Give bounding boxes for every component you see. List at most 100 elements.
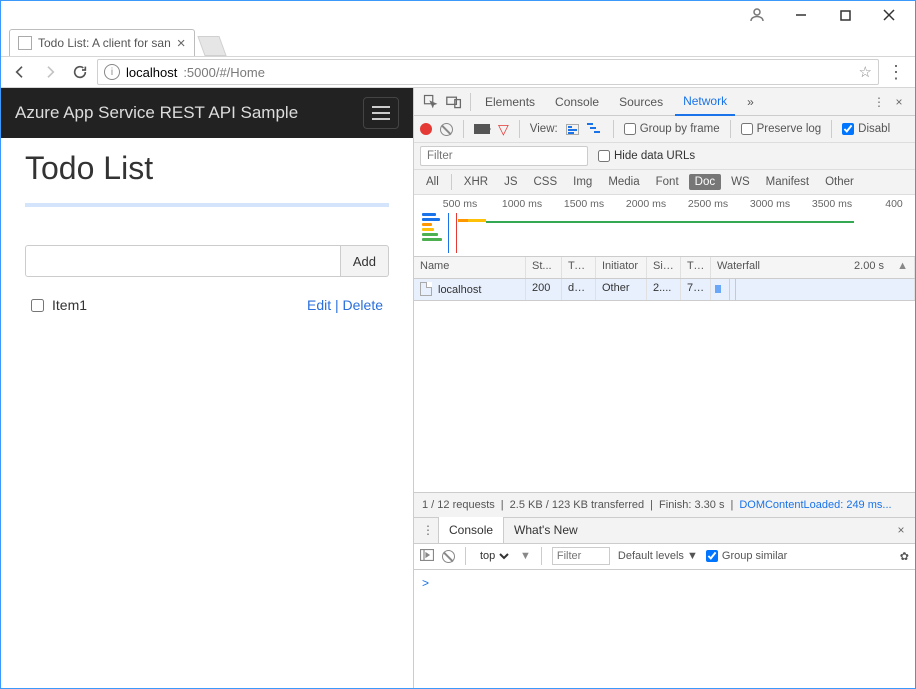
devtools-tabbar: Elements Console Sources Network » ⋮ × bbox=[414, 88, 915, 116]
ftype-xhr[interactable]: XHR bbox=[458, 174, 494, 190]
inspect-icon[interactable] bbox=[420, 92, 440, 112]
network-timeline[interactable]: 500 ms 1000 ms 1500 ms 2000 ms 2500 ms 3… bbox=[414, 195, 915, 257]
ftype-doc[interactable]: Doc bbox=[689, 174, 721, 190]
site-info-icon[interactable]: i bbox=[104, 64, 120, 80]
drawer-menu-icon[interactable]: ⋮ bbox=[418, 520, 438, 540]
col-initiator[interactable]: Initiator bbox=[596, 257, 647, 278]
maximize-button[interactable] bbox=[823, 1, 867, 29]
preserve-log-checkbox[interactable]: Preserve log bbox=[741, 123, 822, 135]
console-toolbar: top ▼ Default levels ▼ Group similar ✿ bbox=[414, 544, 915, 570]
new-item-input[interactable] bbox=[25, 245, 341, 277]
reload-button[interactable] bbox=[67, 59, 93, 85]
console-sidebar-icon[interactable] bbox=[420, 549, 434, 564]
dcl-marker bbox=[448, 213, 449, 253]
view-label: View: bbox=[530, 123, 558, 135]
browser-tab[interactable]: Todo List: A client for san × bbox=[9, 29, 195, 56]
todo-item-row: Item1 Edit | Delete bbox=[25, 293, 389, 317]
document-icon bbox=[420, 282, 432, 296]
col-waterfall[interactable]: Waterfall2.00 s▲ bbox=[711, 257, 915, 278]
network-statusbar: 1 / 12 requests| 2.5 KB / 123 KB transfe… bbox=[414, 492, 915, 518]
network-row[interactable]: localhost 200 do... Other 2.... 7 ... bbox=[414, 279, 915, 301]
group-similar-checkbox[interactable]: Group similar bbox=[706, 550, 787, 562]
forward-button[interactable] bbox=[37, 59, 63, 85]
filter-toggle-icon[interactable]: ▽ bbox=[498, 121, 509, 138]
screenshot-icon[interactable] bbox=[474, 124, 490, 134]
view-large-icon[interactable] bbox=[566, 124, 579, 135]
browser-menu-icon[interactable]: ⋮ bbox=[883, 62, 909, 83]
devtools-panel: Elements Console Sources Network » ⋮ × ▽… bbox=[413, 88, 915, 688]
network-filter-input[interactable] bbox=[420, 146, 588, 166]
drawer-tabbar: ⋮ Console What's New × bbox=[414, 518, 915, 544]
ftype-all[interactable]: All bbox=[420, 174, 445, 190]
back-button[interactable] bbox=[7, 59, 33, 85]
ftype-font[interactable]: Font bbox=[650, 174, 685, 190]
close-tab-icon[interactable]: × bbox=[177, 36, 186, 51]
record-button[interactable] bbox=[420, 123, 432, 135]
address-bar: i localhost :5000/#/Home ☆ ⋮ bbox=[1, 56, 915, 88]
view-waterfall-icon[interactable] bbox=[587, 122, 603, 137]
waterfall-bar bbox=[715, 285, 721, 293]
filter-row: Hide data URLs bbox=[414, 143, 915, 170]
drawer-tab-console[interactable]: Console bbox=[438, 517, 504, 543]
ftype-css[interactable]: CSS bbox=[527, 174, 563, 190]
hide-data-urls-checkbox[interactable]: Hide data URLs bbox=[598, 150, 695, 162]
tab-strip: Todo List: A client for san × bbox=[1, 29, 915, 56]
console-prompt-icon: > bbox=[422, 576, 429, 590]
load-marker bbox=[456, 213, 457, 253]
url-input[interactable]: i localhost :5000/#/Home ☆ bbox=[97, 59, 879, 85]
ftype-manifest[interactable]: Manifest bbox=[760, 174, 815, 190]
ftype-img[interactable]: Img bbox=[567, 174, 598, 190]
close-window-button[interactable] bbox=[867, 1, 911, 29]
url-host: localhost bbox=[126, 65, 177, 80]
navbar-title: Azure App Service REST API Sample bbox=[15, 103, 298, 123]
drawer-close-icon[interactable]: × bbox=[891, 520, 911, 540]
clear-button[interactable] bbox=[440, 123, 453, 136]
bookmark-icon[interactable]: ☆ bbox=[859, 63, 872, 81]
console-body[interactable]: > bbox=[414, 570, 915, 688]
devtools-menu-icon[interactable]: ⋮ bbox=[869, 92, 889, 112]
ftype-ws[interactable]: WS bbox=[725, 174, 756, 190]
context-selector[interactable]: top bbox=[476, 549, 512, 563]
ftype-media[interactable]: Media bbox=[602, 174, 645, 190]
account-icon[interactable] bbox=[735, 1, 779, 29]
filter-types-row: All XHR JS CSS Img Media Font Doc WS Man… bbox=[414, 170, 915, 195]
tab-elements[interactable]: Elements bbox=[477, 88, 543, 116]
window-titlebar bbox=[1, 1, 915, 29]
col-size[interactable]: Size bbox=[647, 257, 681, 278]
tab-network[interactable]: Network bbox=[675, 88, 735, 116]
minimize-button[interactable] bbox=[779, 1, 823, 29]
add-button[interactable]: Add bbox=[341, 245, 389, 277]
item-checkbox[interactable] bbox=[31, 299, 44, 312]
col-time[interactable]: Ti... bbox=[681, 257, 711, 278]
col-status[interactable]: St... bbox=[526, 257, 562, 278]
tab-console[interactable]: Console bbox=[547, 88, 607, 116]
log-levels[interactable]: Default levels ▼ bbox=[618, 550, 698, 562]
delete-link[interactable]: Delete bbox=[343, 297, 383, 313]
console-clear-icon[interactable] bbox=[442, 550, 455, 563]
tab-sources[interactable]: Sources bbox=[611, 88, 671, 116]
new-tab-button[interactable] bbox=[197, 36, 226, 56]
url-path: :5000/#/Home bbox=[183, 65, 265, 80]
page-content: Azure App Service REST API Sample Todo L… bbox=[1, 88, 413, 688]
console-settings-icon[interactable]: ✿ bbox=[900, 550, 909, 563]
overview-thumb bbox=[422, 213, 442, 253]
disable-cache-checkbox[interactable]: Disabl bbox=[842, 123, 890, 135]
col-name[interactable]: Name bbox=[414, 257, 526, 278]
devtools-close-icon[interactable]: × bbox=[889, 92, 909, 112]
network-toolbar: ▽ View: Group by frame Preserve log Disa… bbox=[414, 116, 915, 143]
edit-link[interactable]: Edit bbox=[307, 297, 331, 313]
col-type[interactable]: Type bbox=[562, 257, 596, 278]
more-tabs-icon[interactable]: » bbox=[739, 88, 762, 116]
group-by-frame-checkbox[interactable]: Group by frame bbox=[624, 123, 720, 135]
app-navbar: Azure App Service REST API Sample bbox=[1, 88, 413, 138]
tab-title: Todo List: A client for san bbox=[38, 36, 171, 50]
ftype-js[interactable]: JS bbox=[498, 174, 523, 190]
drawer-tab-whatsnew[interactable]: What's New bbox=[504, 517, 588, 543]
network-table-header: Name St... Type Initiator Size Ti... Wat… bbox=[414, 257, 915, 279]
console-filter-input[interactable] bbox=[552, 547, 610, 565]
title-underline bbox=[25, 203, 389, 207]
hamburger-menu-icon[interactable] bbox=[363, 97, 399, 129]
page-title: Todo List bbox=[25, 150, 389, 187]
ftype-other[interactable]: Other bbox=[819, 174, 860, 190]
device-toggle-icon[interactable] bbox=[444, 92, 464, 112]
